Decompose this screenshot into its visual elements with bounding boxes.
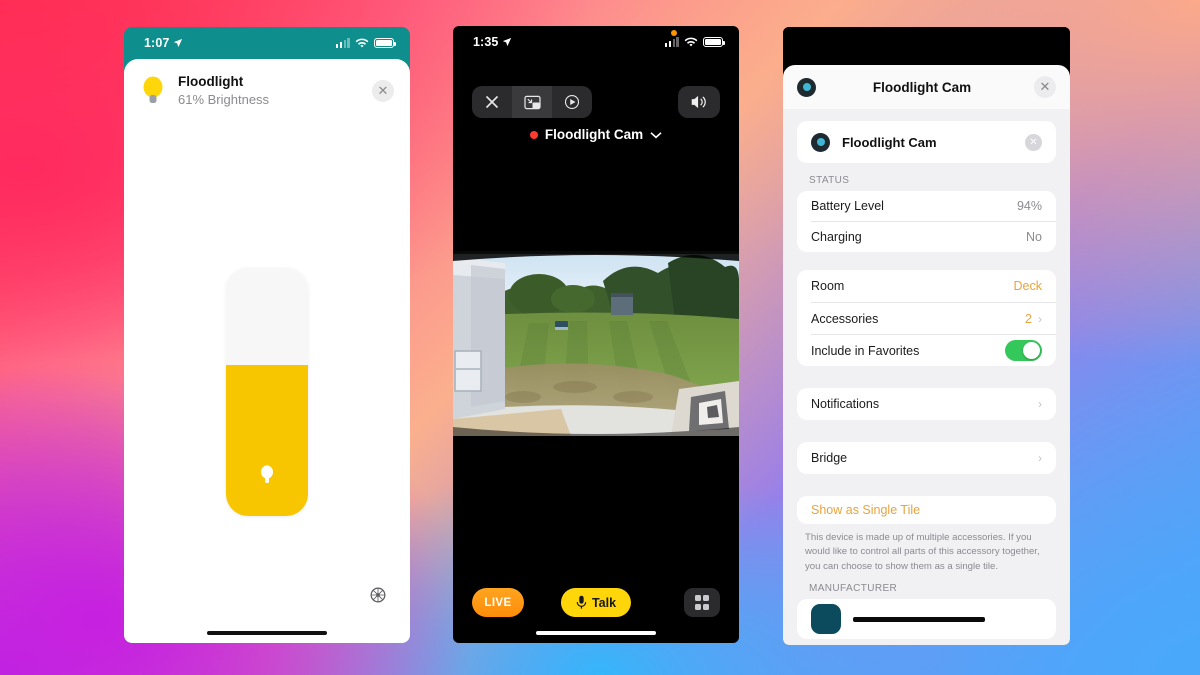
- red-record-dot: [529, 130, 538, 139]
- camera-name: Floodlight Cam: [544, 127, 644, 142]
- camera-accessory-icon: [811, 132, 830, 152]
- battery-level-value: 94%: [1016, 199, 1042, 213]
- show-as-single-tile-link[interactable]: Show as Single Tile: [811, 503, 920, 517]
- home-indicator: [207, 630, 327, 635]
- row-room[interactable]: Room Deck: [797, 270, 1056, 302]
- status-bar-time-group: 1:07: [144, 36, 183, 50]
- remove-accessory-button[interactable]: ✕: [1025, 133, 1042, 151]
- row-label: Include in Favorites: [811, 343, 920, 358]
- row-accessories[interactable]: Accessories 2 ›: [797, 303, 1056, 334]
- close-button[interactable]: ✕: [372, 79, 394, 102]
- section-title-status: STATUS: [809, 175, 850, 186]
- location-arrow-icon: [503, 37, 512, 47]
- gear-icon[interactable]: [368, 585, 388, 605]
- accessory-settings-body[interactable]: Floodlight Cam ✕ STATUS Battery Level 94…: [783, 109, 1070, 645]
- talk-button[interactable]: Talk: [560, 588, 632, 617]
- page-title: Floodlight Cam: [872, 79, 972, 95]
- camera-stream-image: [453, 251, 739, 436]
- lightbulb-icon: [140, 74, 166, 108]
- manufacturer-logo: [811, 604, 841, 635]
- live-badge-button[interactable]: LIVE: [472, 588, 524, 617]
- status-time: 1:35: [473, 35, 499, 49]
- row-label: Battery Level: [811, 199, 884, 213]
- row-label: Accessories: [811, 311, 879, 326]
- row-label: Room: [811, 279, 845, 293]
- close-x-icon[interactable]: [472, 86, 512, 118]
- brightness-slider[interactable]: [226, 268, 308, 516]
- floodlight-card-header: Floodlight 61% Brightness ✕: [124, 59, 410, 109]
- accessory-header-card[interactable]: Floodlight Cam ✕: [797, 121, 1056, 163]
- status-bar-left: 1:07: [124, 27, 410, 59]
- phone-middle-camera-live: 1:35 Floodlight Cam LIVE Talk: [453, 26, 739, 643]
- room-value: Deck: [1013, 279, 1042, 293]
- show-as-single-tile-card[interactable]: Show as Single Tile: [797, 496, 1056, 524]
- row-show-as-single-tile[interactable]: Show as Single Tile: [797, 496, 1056, 524]
- chevron-down-icon[interactable]: [650, 131, 662, 139]
- row-bridge[interactable]: Bridge ›: [797, 442, 1056, 474]
- manufacturer-card[interactable]: [797, 599, 1056, 640]
- speaker-volume-icon[interactable]: [678, 86, 720, 118]
- home-indicator: [536, 630, 656, 635]
- redacted-manufacturer-name: [853, 616, 985, 622]
- phone-left-floodlight-control: 1:07 Floodlight 61% Brightness ✕: [124, 27, 410, 643]
- picture-in-picture-icon[interactable]: [512, 86, 552, 118]
- wifi-icon: [684, 37, 698, 46]
- grid-view-icon[interactable]: [684, 588, 720, 617]
- accessory-name: Floodlight Cam: [842, 134, 937, 150]
- status-bar-middle: 1:35: [453, 26, 739, 58]
- row-notifications[interactable]: Notifications ›: [797, 388, 1056, 420]
- airplay-playback-icon[interactable]: [552, 86, 592, 118]
- location-arrow-icon: [174, 38, 183, 48]
- cellular-signal-icon: [335, 38, 350, 48]
- accessories-count: 2: [1025, 311, 1032, 326]
- bridge-card[interactable]: Bridge ›: [797, 442, 1056, 474]
- page-title: Floodlight: [178, 74, 244, 89]
- camera-title-bar[interactable]: Floodlight Cam: [453, 127, 739, 142]
- floodlight-title-block: Floodlight 61% Brightness: [178, 73, 372, 109]
- wifi-icon: [355, 38, 369, 47]
- status-bar-indicators: [335, 38, 397, 49]
- talk-button-label: Talk: [591, 595, 617, 610]
- status-bar-time-group: 1:35: [473, 35, 512, 49]
- accessory-row[interactable]: Floodlight Cam ✕: [797, 121, 1056, 163]
- row-label: Charging: [811, 230, 862, 244]
- status-card: Battery Level 94% Charging No: [797, 191, 1056, 252]
- lightbulb-icon: [259, 464, 275, 486]
- notifications-card[interactable]: Notifications ›: [797, 388, 1056, 420]
- single-tile-description: This device is made up of multiple acces…: [805, 532, 1040, 572]
- battery-icon: [374, 38, 397, 48]
- status-bar-indicators: [664, 37, 726, 48]
- close-button[interactable]: ✕: [1034, 76, 1056, 98]
- row-label: Bridge: [811, 451, 848, 465]
- row-include-in-favorites[interactable]: Include in Favorites: [797, 335, 1056, 366]
- camera-toolbar: [472, 86, 592, 118]
- charging-value: No: [1026, 230, 1042, 244]
- status-time: 1:07: [144, 36, 170, 50]
- phone-right-accessory-settings: Floodlight Cam ✕ Floodlight Cam ✕ STATUS…: [783, 27, 1070, 645]
- camera-bottom-controls: LIVE Talk: [453, 571, 739, 643]
- microphone-icon: [576, 595, 587, 609]
- table-row: Battery Level 94%: [797, 191, 1056, 221]
- cellular-signal-icon: [664, 37, 679, 47]
- brightness-status-text: 61% Brightness: [178, 92, 270, 108]
- chevron-right-icon: ›: [1038, 451, 1042, 465]
- chevron-right-icon: ›: [1038, 311, 1042, 326]
- brightness-slider-fill: [226, 364, 308, 516]
- chevron-right-icon: ›: [1038, 397, 1042, 411]
- table-row: Charging No: [797, 222, 1056, 252]
- accessory-nav-bar: Floodlight Cam ✕: [783, 65, 1070, 109]
- camera-live-stream[interactable]: [453, 251, 739, 436]
- battery-icon: [703, 37, 726, 47]
- status-bar-area: [783, 27, 1070, 65]
- floodlight-control-card: Floodlight 61% Brightness ✕: [124, 59, 410, 643]
- section-title-manufacturer: MANUFACTURER: [809, 583, 898, 595]
- row-label: Notifications: [811, 397, 880, 411]
- settings-card: Room Deck Accessories 2 › Include in Fav…: [797, 270, 1056, 366]
- include-in-favorites-toggle[interactable]: [1005, 340, 1042, 361]
